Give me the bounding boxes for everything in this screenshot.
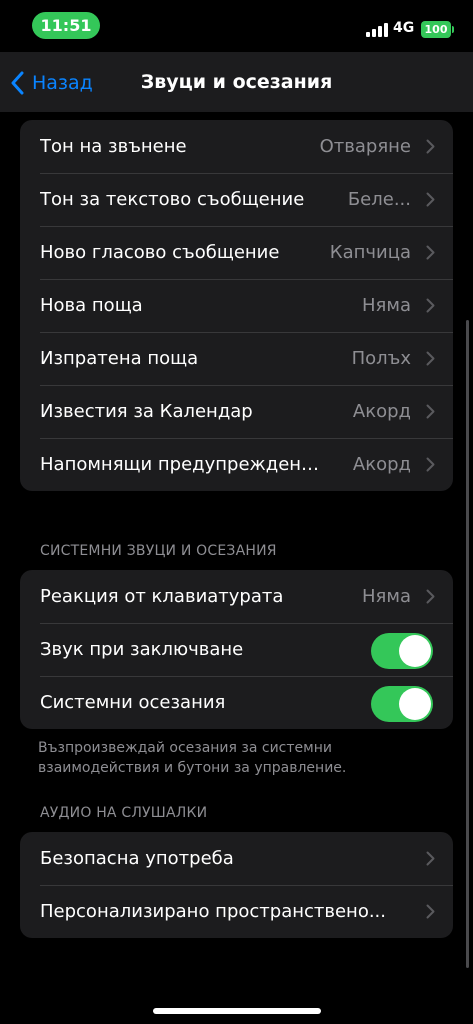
battery-icon: 100 xyxy=(421,21,454,38)
row-label: Персонализирано пространствено... xyxy=(40,901,386,922)
navigation-bar: Назад Звуци и осезания xyxy=(0,52,473,112)
lock-sound-toggle[interactable] xyxy=(371,633,433,669)
chevron-right-icon xyxy=(426,139,435,154)
page-title: Звуци и осезания xyxy=(140,71,333,93)
row-label: Тон на звънене xyxy=(40,136,187,157)
row-headphone-safety[interactable]: Безопасна употреба xyxy=(20,832,453,885)
row-sent-mail[interactable]: Изпратена поща Полъх xyxy=(20,332,453,385)
chevron-right-icon xyxy=(426,457,435,472)
row-new-voicemail[interactable]: Ново гласово съобщение Капчица xyxy=(20,226,453,279)
row-label: Известия за Календар xyxy=(40,401,253,422)
row-label: Нова поща xyxy=(40,295,143,316)
row-calendar-alerts[interactable]: Известия за Календар Акорд xyxy=(20,385,453,438)
home-indicator[interactable] xyxy=(153,1008,321,1014)
row-label: Звук при заключване xyxy=(40,639,244,660)
row-label: Системни осезания xyxy=(40,692,226,713)
row-lock-sound: Звук при заключване xyxy=(20,623,453,676)
network-type: 4G xyxy=(393,20,415,36)
headphone-group: Безопасна употреба Персонализирано прост… xyxy=(20,832,453,938)
row-label: Напомнящи предупреждения xyxy=(40,454,320,475)
row-ringtone[interactable]: Тон на звънене Отваряне xyxy=(20,120,453,173)
row-value: Акорд xyxy=(352,401,411,422)
section-header-system: СИСТЕМНИ ЗВУЦИ И ОСЕЗАНИЯ xyxy=(40,543,277,559)
scrollbar[interactable] xyxy=(466,320,469,968)
row-text-tone[interactable]: Тон за текстово съобщение Беле... xyxy=(20,173,453,226)
row-keyboard-feedback[interactable]: Реакция от клавиатурата Няма xyxy=(20,570,453,623)
row-label: Реакция от клавиатурата xyxy=(40,586,284,607)
row-new-mail[interactable]: Нова поща Няма xyxy=(20,279,453,332)
row-label: Безопасна употреба xyxy=(40,848,234,869)
row-value: Беле... xyxy=(347,189,411,210)
row-value: Полъх xyxy=(351,348,411,369)
system-haptics-toggle[interactable] xyxy=(371,686,433,722)
chevron-right-icon xyxy=(426,245,435,260)
row-value: Акорд xyxy=(352,454,411,475)
system-group: Реакция от клавиатурата Няма Звук при за… xyxy=(20,570,453,729)
row-personalized-spatial-audio[interactable]: Персонализирано пространствено... xyxy=(20,885,453,938)
chevron-right-icon xyxy=(426,351,435,366)
row-value: Отваряне xyxy=(319,136,411,157)
row-value: Няма xyxy=(362,586,411,607)
toggle-knob xyxy=(399,635,431,667)
cellular-signal-icon xyxy=(366,23,388,37)
section-header-headphone: АУДИО НА СЛУШАЛКИ xyxy=(40,805,208,821)
chevron-right-icon xyxy=(426,589,435,604)
row-value: Капчица xyxy=(329,242,411,263)
status-bar: 11:51 4G 100 xyxy=(0,0,473,52)
status-time: 11:51 xyxy=(32,12,100,39)
chevron-right-icon xyxy=(426,904,435,919)
row-value: Няма xyxy=(362,295,411,316)
row-label: Тон за текстово съобщение xyxy=(40,189,305,210)
toggle-knob xyxy=(399,688,431,720)
chevron-right-icon xyxy=(426,404,435,419)
tones-group: Тон на звънене Отваряне Тон за текстово … xyxy=(20,120,453,491)
row-reminder-alerts[interactable]: Напомнящи предупреждения Акорд xyxy=(20,438,453,491)
system-haptics-footer: Възпроизвеждай осезания за системни взаи… xyxy=(38,740,347,776)
chevron-right-icon xyxy=(426,851,435,866)
row-system-haptics: Системни осезания xyxy=(20,676,453,729)
chevron-right-icon xyxy=(426,192,435,207)
row-label: Ново гласово съобщение xyxy=(40,242,280,263)
chevron-right-icon xyxy=(426,298,435,313)
row-label: Изпратена поща xyxy=(40,348,199,369)
